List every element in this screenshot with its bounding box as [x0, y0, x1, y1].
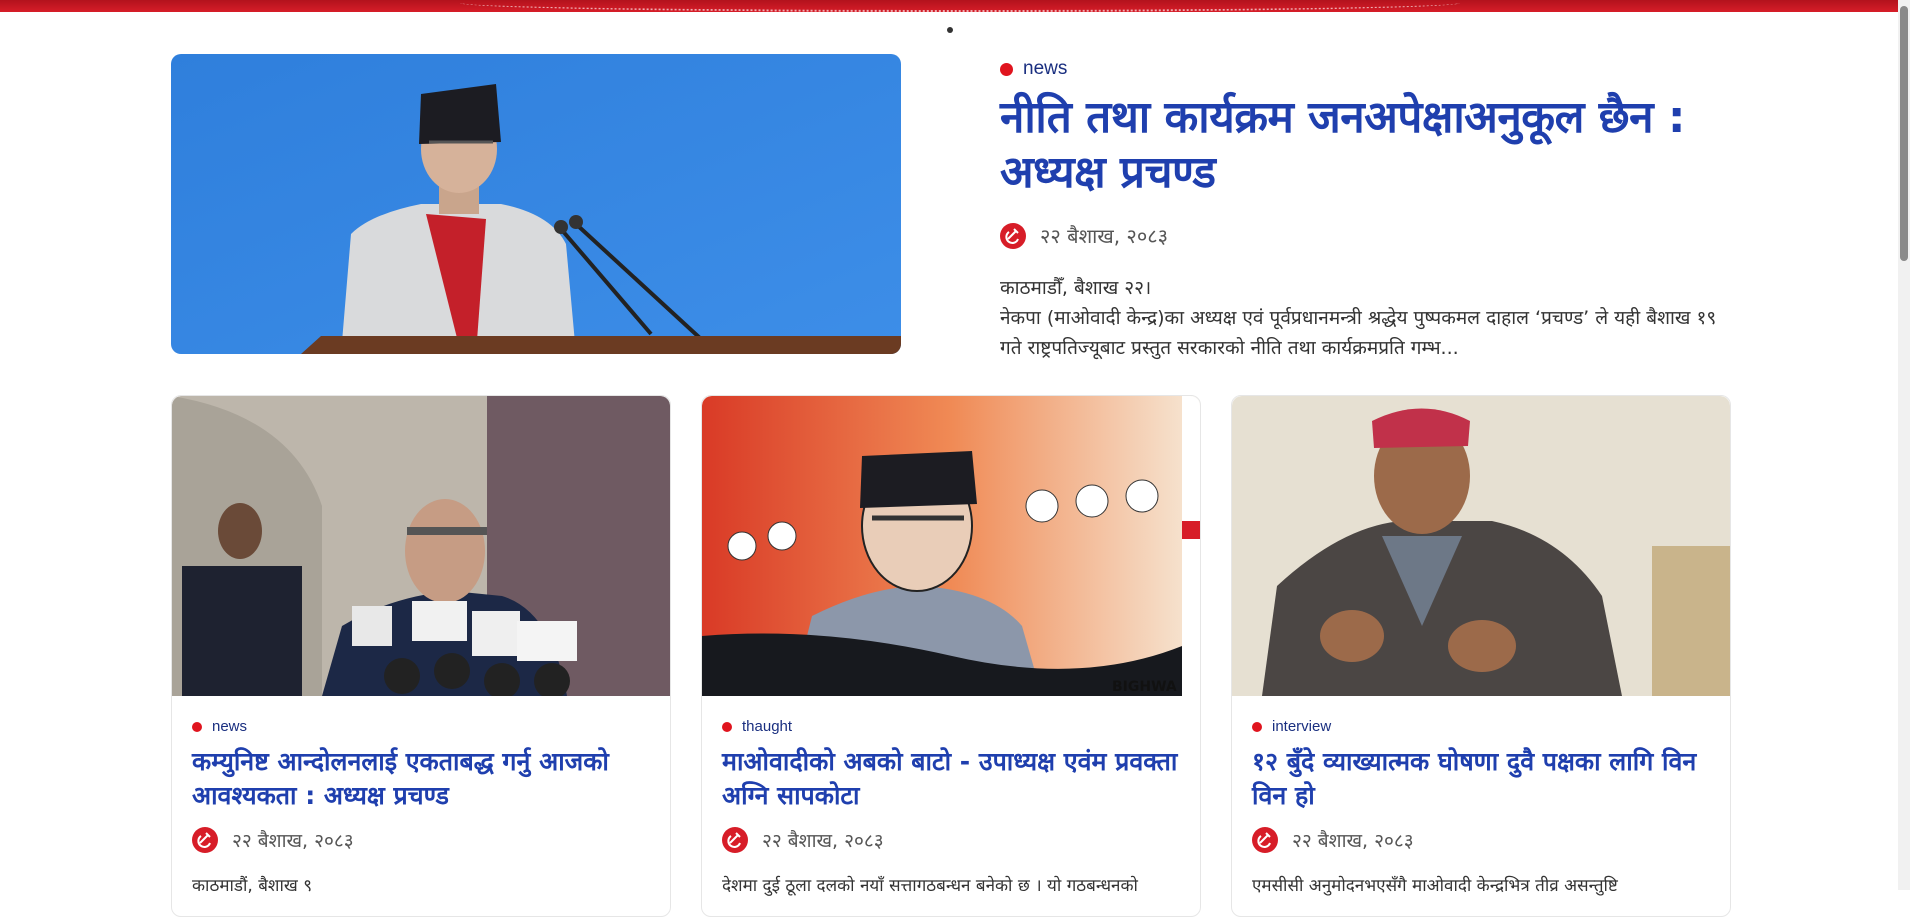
card-excerpt: काठमाडौं, बैशाख ९ — [192, 876, 313, 896]
scrollbar-thumb[interactable] — [1900, 6, 1908, 261]
featured-article: news नीति तथा कार्यक्रम जनअपेक्षाअनुकूल … — [1000, 58, 1720, 363]
category-tag[interactable]: thaught — [722, 718, 1180, 735]
featured-article-image[interactable] — [171, 54, 901, 354]
article-meta: २२ बैशाख, २०८३ — [1252, 827, 1710, 853]
category-label[interactable]: interview — [1272, 718, 1331, 735]
category-label[interactable]: news — [1023, 58, 1067, 80]
article-card-image[interactable]: BIGHWA — [702, 396, 1200, 696]
red-dot-icon — [1000, 62, 1013, 76]
category-tag[interactable]: interview — [1252, 718, 1710, 735]
article-card-image[interactable] — [172, 396, 670, 696]
top-banner — [0, 0, 1910, 12]
featured-excerpt: काठमाडौँ, बैशाख २२। नेकपा (माओवादी केन्द… — [1000, 273, 1720, 363]
cartoonist-signature: BIGHWA — [1112, 679, 1177, 695]
hammer-sickle-icon — [1252, 827, 1278, 853]
article-card-image[interactable] — [1232, 396, 1730, 696]
excerpt-line: नेकपा (माओवादी केन्द्र)का अध्यक्ष एवं पू… — [1000, 307, 1717, 359]
article-card[interactable]: news कम्युनिष्ट आन्दोलनलाई एकताबद्ध गर्न… — [171, 395, 671, 917]
article-meta: २२ बैशाख, २०८३ — [192, 827, 650, 853]
category-label[interactable]: thaught — [742, 718, 792, 735]
card-title[interactable]: कम्युनिष्ट आन्दोलनलाई एकताबद्ध गर्नु आजक… — [192, 745, 650, 813]
red-dot-icon — [192, 721, 202, 732]
vertical-scrollbar[interactable] — [1898, 0, 1910, 890]
category-tag[interactable]: news — [192, 718, 650, 735]
card-title[interactable]: १२ बुँदे व्याख्यात्मक घोषणा दुवै पक्षका … — [1252, 745, 1710, 813]
red-dot-icon — [722, 721, 732, 732]
excerpt-line: काठमाडौँ, बैशाख २२। — [1000, 277, 1152, 299]
publish-date: २२ बैशाख, २०८३ — [232, 830, 354, 852]
red-dot-icon — [1252, 721, 1262, 732]
card-excerpt: एमसीसी अनुमोदनभएसँगै माओवादी केन्द्रभित्… — [1252, 876, 1618, 896]
publish-date: २२ बैशाख, २०८३ — [1040, 224, 1169, 248]
hammer-sickle-icon — [722, 827, 748, 853]
category-tag[interactable]: news — [1000, 58, 1720, 80]
slider-indicator-dot[interactable] — [947, 27, 953, 33]
article-meta: २२ बैशाख, २०८३ — [722, 827, 1180, 853]
card-excerpt: देशमा दुई ठूला दलको नयाँ सत्तागठबन्धन बन… — [722, 876, 1138, 896]
hammer-sickle-icon — [192, 827, 218, 853]
featured-title[interactable]: नीति तथा कार्यक्रम जनअपेक्षाअनुकूल छैन :… — [1000, 90, 1720, 200]
article-card[interactable]: BIGHWA thaught माओवादीको अबको बाटो - उपा… — [701, 395, 1201, 917]
hammer-sickle-icon — [1000, 222, 1026, 249]
article-meta: २२ बैशाख, २०८३ — [1000, 222, 1720, 249]
article-card[interactable]: interview १२ बुँदे व्याख्यात्मक घोषणा दु… — [1231, 395, 1731, 917]
card-title[interactable]: माओवादीको अबको बाटो - उपाध्यक्ष एवंम प्र… — [722, 745, 1180, 813]
publish-date: २२ बैशाख, २०८३ — [1292, 830, 1414, 852]
publish-date: २२ बैशाख, २०८३ — [762, 830, 884, 852]
category-label[interactable]: news — [212, 718, 247, 735]
